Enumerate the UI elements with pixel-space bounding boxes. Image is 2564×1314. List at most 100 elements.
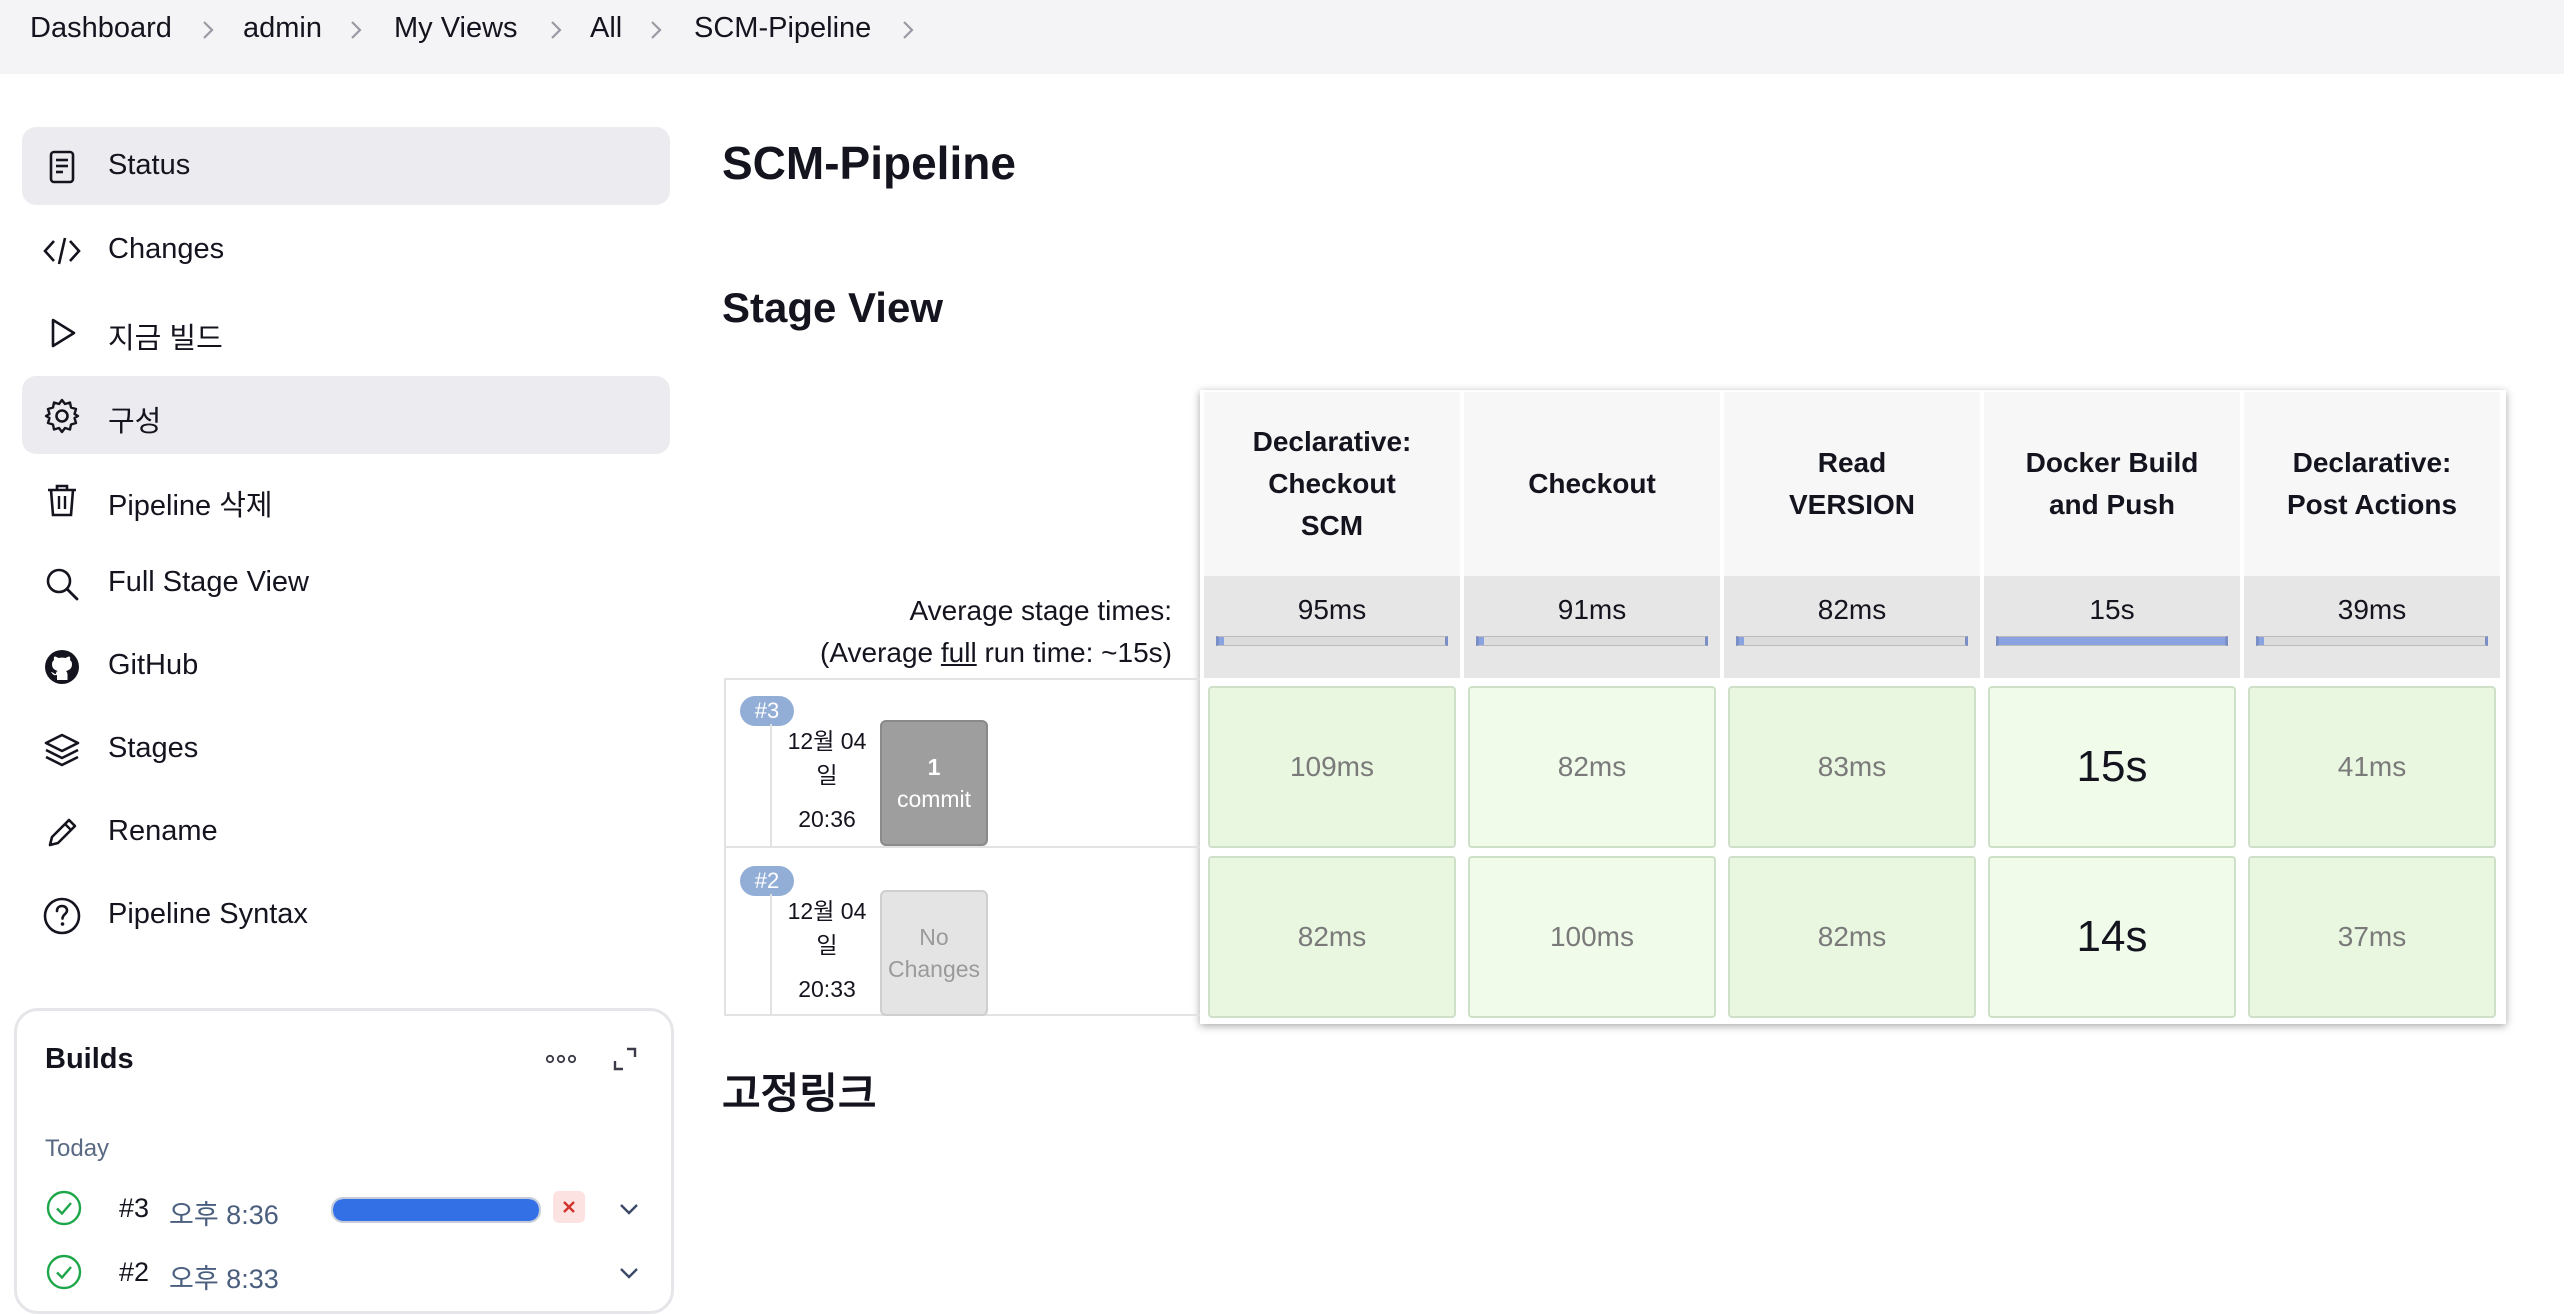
stage-name-line: Checkout: [1528, 468, 1656, 499]
breadcrumb-scm-pipeline[interactable]: SCM-Pipeline: [694, 12, 871, 45]
sidebar-item-label: Stages: [108, 732, 199, 764]
sidebar-item-label: 지금 빌드: [108, 323, 223, 355]
cancel-build-button[interactable]: [553, 1191, 585, 1223]
github-icon: [42, 647, 82, 687]
sidebar-item-label: Changes: [108, 233, 225, 265]
stage-header: Read VERSION: [1724, 392, 1980, 576]
expand-icon[interactable]: [607, 1041, 643, 1077]
build-progress-fill: [333, 1199, 539, 1221]
stage-cell[interactable]: 41ms: [2248, 686, 2496, 848]
document-icon: [42, 147, 82, 187]
stage-view-title: Stage View: [722, 284, 943, 331]
breadcrumb-all[interactable]: All: [590, 12, 622, 45]
sidebar-item-github[interactable]: GitHub: [22, 627, 670, 705]
stage-cell[interactable]: 82ms: [1468, 686, 1716, 848]
changes-box[interactable]: No Changes: [880, 890, 988, 1016]
average-label-line2: (Average full run time: ~15s): [722, 632, 1172, 674]
stage-cell[interactable]: 83ms: [1728, 686, 1976, 848]
sidebar-item-rename[interactable]: Rename: [22, 793, 670, 871]
build-time[interactable]: 오후 8:36: [169, 1193, 279, 1232]
stage-average-bar: [1476, 636, 1708, 646]
build-date: 12월 04 일 20:36: [770, 724, 882, 846]
stage-average-bar: [1216, 636, 1448, 646]
changes-box[interactable]: 1 commit: [880, 720, 988, 846]
chevron-down-icon[interactable]: [615, 1259, 643, 1287]
chevron-right-icon[interactable]: [546, 12, 566, 48]
stage-average-bar: [1996, 636, 2228, 646]
search-icon: [42, 564, 82, 604]
stage-cell[interactable]: 37ms: [2248, 856, 2496, 1018]
chevron-right-icon[interactable]: [898, 12, 918, 48]
stage-average-bar: [1736, 636, 1968, 646]
build-row[interactable]: #3 오후 8:36: [45, 1187, 655, 1231]
stage-average-value: 91ms: [1557, 594, 1627, 625]
play-icon: [42, 313, 82, 353]
stage-average-value: 95ms: [1297, 594, 1367, 625]
changes-label: Changes: [887, 956, 981, 982]
stage-cell[interactable]: 82ms: [1728, 856, 1976, 1018]
code-icon: [42, 231, 82, 271]
average-label-pre: (Average: [820, 637, 941, 668]
stage-average-cell: 95ms: [1204, 576, 1460, 678]
stage-cell[interactable]: 14s: [1988, 856, 2236, 1018]
stage-cell[interactable]: 109ms: [1208, 686, 1456, 848]
chevron-down-icon[interactable]: [615, 1195, 643, 1223]
build-time-value: 20:33: [798, 976, 856, 1002]
stage-name-line: Declarative:: [1252, 426, 1412, 457]
breadcrumb: Dashboard admin My Views All SCM-Pipelin…: [0, 0, 2564, 74]
build-time[interactable]: 오후 8:33: [169, 1257, 279, 1296]
average-label-post: run time: ~15s): [976, 637, 1172, 668]
stage-name-line: SCM: [1300, 510, 1364, 541]
stage-name-line: Post Actions: [2286, 489, 2458, 520]
build-number[interactable]: #2: [119, 1257, 149, 1288]
sidebar-item-stages[interactable]: Stages: [22, 710, 670, 788]
build-date-line: 12월 04: [787, 898, 867, 924]
more-icon[interactable]: [541, 1041, 581, 1077]
stage-header: Declarative: Post Actions: [2244, 392, 2500, 576]
stage-cell[interactable]: 100ms: [1468, 856, 1716, 1018]
sidebar-item-full-stage-view[interactable]: Full Stage View: [22, 544, 670, 622]
build-date-line: 12월 04: [787, 728, 867, 754]
sidebar-item-label: Status: [108, 149, 191, 181]
build-number[interactable]: #3: [119, 1193, 149, 1224]
close-icon: [563, 1201, 575, 1213]
breadcrumb-admin[interactable]: admin: [243, 12, 322, 45]
stage-header: Checkout: [1464, 392, 1720, 576]
breadcrumb-my-views[interactable]: My Views: [394, 12, 518, 45]
changes-count: No: [919, 924, 949, 950]
breadcrumb-dashboard[interactable]: Dashboard: [30, 12, 172, 45]
sidebar-item-label: GitHub: [108, 649, 199, 681]
stage-header: Declarative: Checkout SCM: [1204, 392, 1460, 576]
stage-cell[interactable]: 15s: [1988, 686, 2236, 848]
sidebar-item-build-now[interactable]: 지금 빌드: [22, 293, 670, 371]
layers-icon: [42, 730, 82, 770]
chevron-right-icon[interactable]: [346, 12, 366, 48]
stage-average-cell: 82ms: [1724, 576, 1980, 678]
stage-cell[interactable]: 82ms: [1208, 856, 1456, 1018]
sidebar-item-pipeline-syntax[interactable]: Pipeline Syntax: [22, 876, 670, 954]
build-badge[interactable]: #2: [740, 866, 794, 896]
sidebar-item-changes[interactable]: Changes: [22, 211, 670, 289]
row-divider: [724, 678, 1200, 680]
chevron-right-icon[interactable]: [198, 12, 218, 48]
trash-icon: [42, 480, 82, 520]
average-stage-times-label: Average stage times: (Average full run t…: [722, 590, 1172, 674]
build-date-line: 일: [816, 762, 838, 788]
average-full-link[interactable]: full: [941, 637, 977, 668]
build-row[interactable]: #2 오후 8:33: [45, 1251, 655, 1295]
build-date: 12월 04 일 20:33: [770, 894, 882, 1014]
sidebar-item-label: Rename: [108, 815, 218, 847]
stage-average-cell: 15s: [1984, 576, 2240, 678]
builds-group-label: Today: [45, 1135, 110, 1162]
chevron-right-icon[interactable]: [646, 12, 666, 48]
sidebar-item-delete-pipeline[interactable]: Pipeline 삭제: [22, 460, 670, 538]
builds-title: Builds: [45, 1043, 134, 1075]
build-badge[interactable]: #3: [740, 696, 794, 726]
average-label-line1: Average stage times:: [909, 595, 1172, 626]
sidebar-item-label: Pipeline 삭제: [108, 490, 273, 522]
sidebar-item-configure[interactable]: 구성: [22, 376, 670, 454]
sidebar-item-status[interactable]: Status: [22, 127, 670, 205]
stage-average-value: 39ms: [2337, 594, 2407, 625]
stage-name-line: Checkout: [1268, 468, 1396, 499]
row-border: [724, 678, 726, 1016]
